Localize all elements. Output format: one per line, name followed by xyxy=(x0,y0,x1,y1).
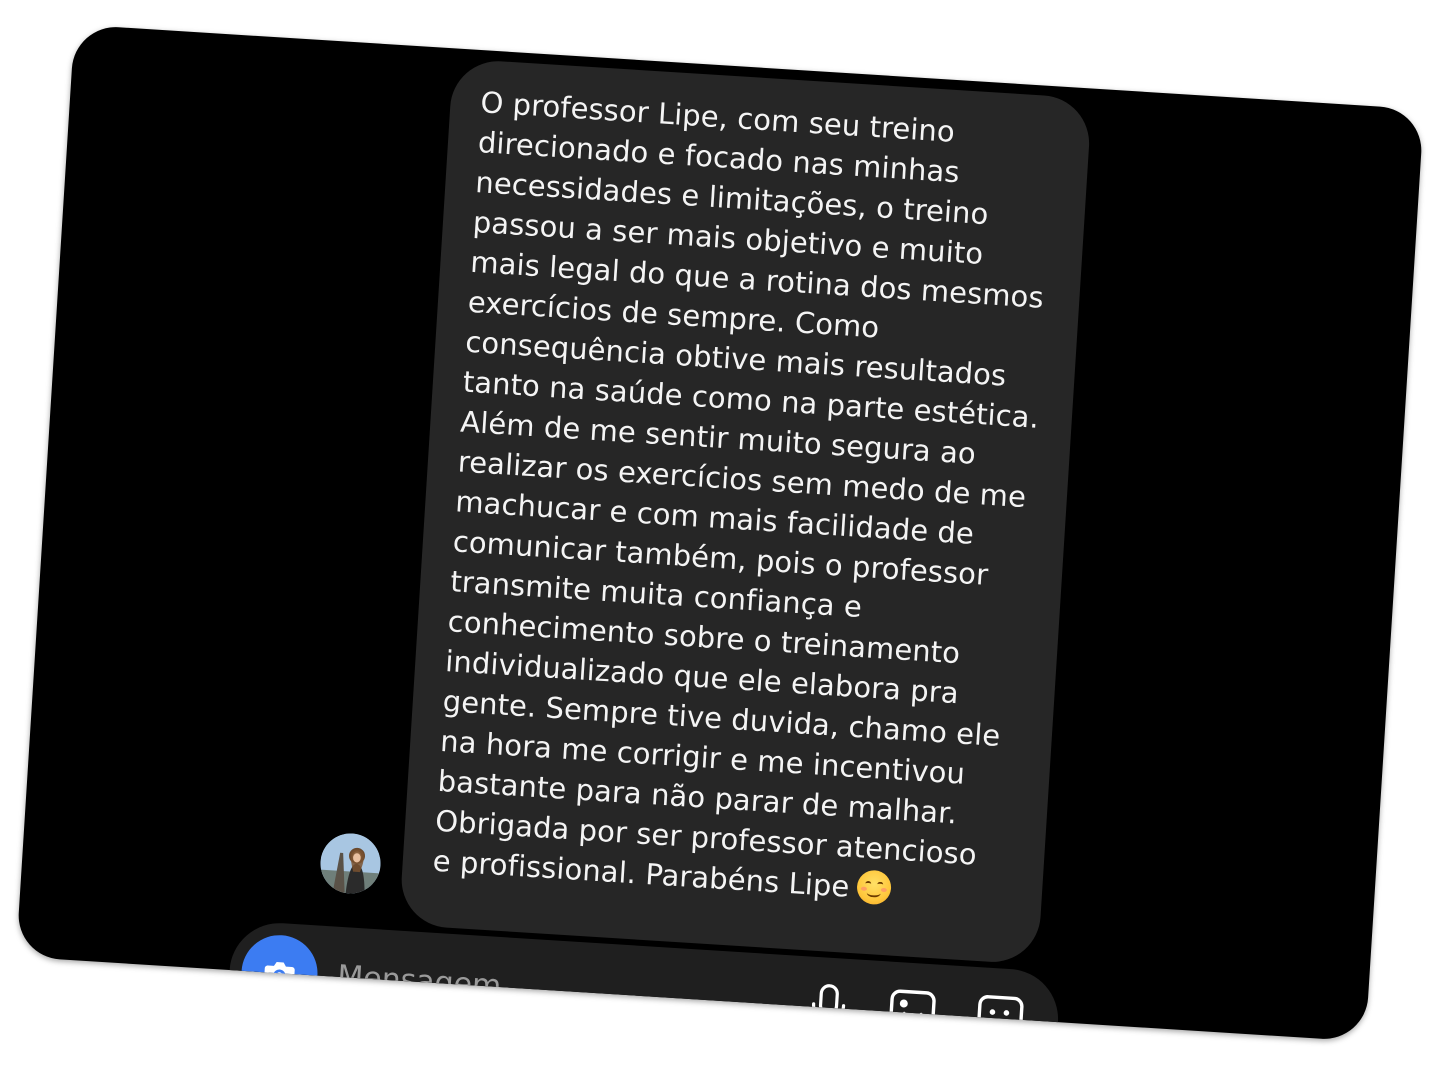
message-text: O professor Lipe, com seu treino direcio… xyxy=(432,82,1071,917)
smiling-face-emoji-icon xyxy=(856,869,893,906)
image-gallery-icon xyxy=(888,989,936,1037)
camera-icon xyxy=(263,962,295,987)
screenshot-frame: O professor Lipe, com seu treino direcio… xyxy=(0,0,1440,1066)
sticker-icon xyxy=(976,995,1024,1042)
gallery-button[interactable] xyxy=(883,983,942,1041)
message-body: O professor Lipe, com seu treino direcio… xyxy=(431,85,1045,904)
avatar-photo-icon xyxy=(318,831,383,896)
sticker-button[interactable] xyxy=(970,989,1029,1042)
microphone-button[interactable] xyxy=(799,978,858,1037)
microphone-icon xyxy=(812,984,846,1031)
message-input[interactable] xyxy=(335,952,759,1028)
chat-screen: O professor Lipe, com seu treino direcio… xyxy=(16,24,1424,1042)
camera-button[interactable] xyxy=(239,932,320,1014)
message-bubble[interactable]: O professor Lipe, com seu treino direcio… xyxy=(398,58,1093,965)
avatar[interactable] xyxy=(318,831,383,896)
